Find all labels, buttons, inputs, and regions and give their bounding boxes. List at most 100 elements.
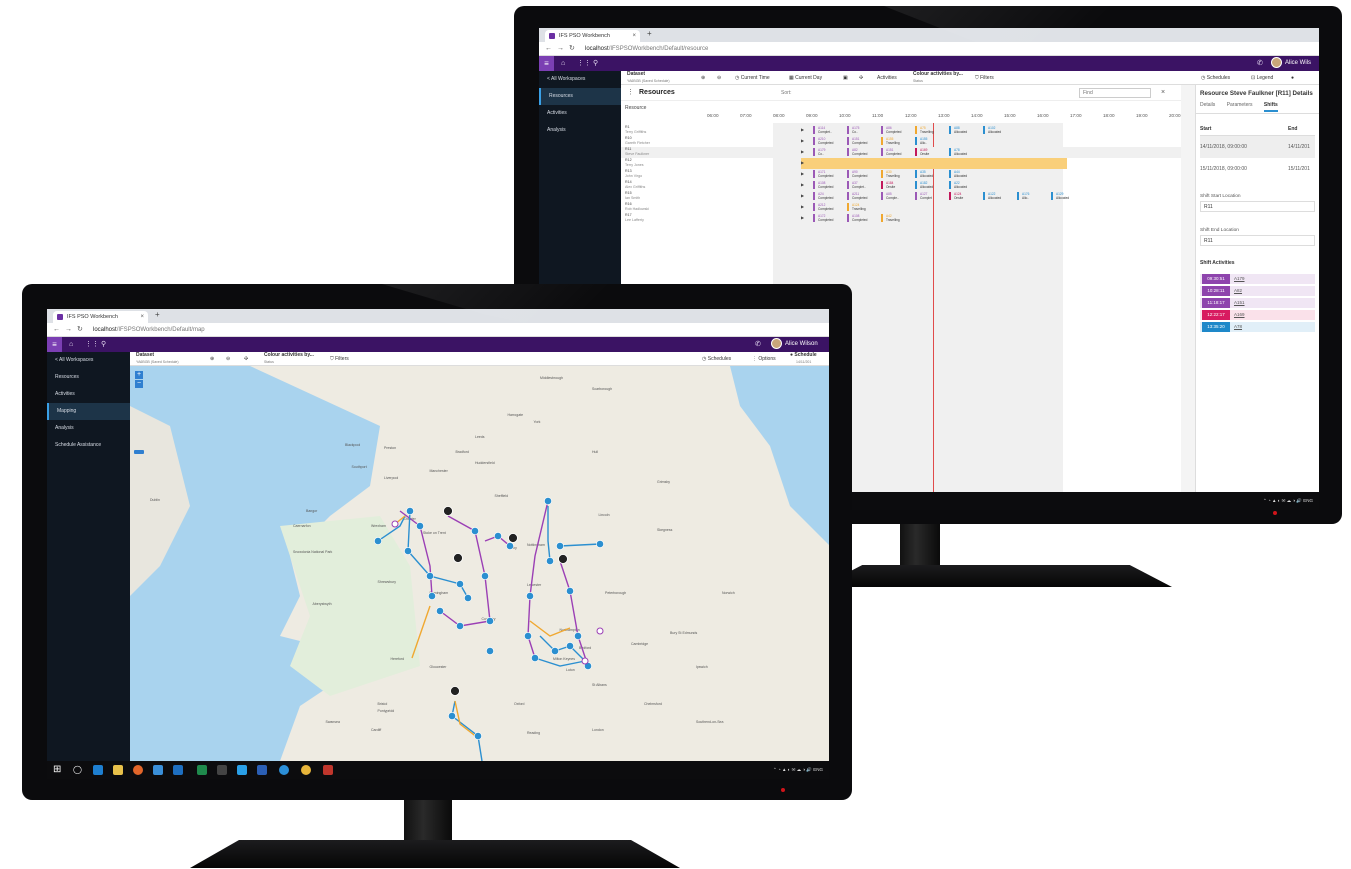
activity-block[interactable]: A210 Completed xyxy=(813,137,843,145)
shift-activity-link[interactable]: A82 xyxy=(1234,288,1242,293)
activity-block[interactable]: A114 Complet.. xyxy=(813,126,843,134)
back-arrow-icon[interactable]: ← xyxy=(545,42,552,56)
activity-block[interactable]: A212 Completed xyxy=(813,203,843,211)
map-slider-handle[interactable] xyxy=(134,450,144,454)
activities-button[interactable]: Activities xyxy=(877,71,897,85)
firefox-icon[interactable] xyxy=(133,765,143,775)
expand-row-icon[interactable]: ▶ xyxy=(801,149,804,154)
shift-activity-row[interactable]: 10:28:11 A82 xyxy=(1200,286,1315,296)
shift-row[interactable]: 15/11/2018, 09:00:00 15/11/201 xyxy=(1200,158,1315,180)
phone-icon[interactable]: ✆ xyxy=(1257,56,1263,71)
activity-block[interactable]: A85 Comple.. xyxy=(881,192,911,200)
shift-start-location-field[interactable]: R11 xyxy=(1200,201,1315,212)
phone-icon[interactable]: ✆ xyxy=(755,337,761,352)
browser-tab[interactable]: IFS PSO Workbench × xyxy=(53,311,148,323)
expand-row-icon[interactable]: ▶ xyxy=(801,193,804,198)
shift-activity-link[interactable]: A179 xyxy=(1234,276,1245,281)
shift-activity-row[interactable]: 11:18:17 A151 xyxy=(1200,298,1315,308)
activity-block[interactable]: A44 Allocated xyxy=(949,170,979,178)
new-tab-icon[interactable]: + xyxy=(155,310,160,319)
apps-grid-icon[interactable]: ⋮⋮ xyxy=(85,337,99,352)
activity-block[interactable]: A102 Allocated xyxy=(983,126,1013,134)
activity-block[interactable]: A155 Travelling xyxy=(881,137,911,145)
activity-block[interactable]: A78 Allocated xyxy=(949,148,979,156)
schedule-status[interactable]: ● Schedule 14/11/201 xyxy=(790,352,817,366)
shift-activity-row[interactable]: 12:22:17 A169 xyxy=(1200,310,1315,320)
zoom-out-icon[interactable]: ⊖ xyxy=(717,71,721,85)
activity-block[interactable]: A211 Completed xyxy=(847,192,877,200)
outlook-icon[interactable] xyxy=(173,765,183,775)
activity-block[interactable]: A169 Onsite xyxy=(915,148,945,156)
sidebar-item-mapping[interactable]: Mapping xyxy=(47,403,130,420)
sidebar-item-analysis[interactable]: Analysis xyxy=(539,122,621,139)
close-icon[interactable]: × xyxy=(1161,85,1165,101)
edge-icon[interactable] xyxy=(93,765,103,775)
back-arrow-icon[interactable]: ← xyxy=(53,323,60,337)
apps-grid-icon[interactable]: ⋮⋮ xyxy=(577,56,591,71)
resource-row[interactable]: R15 Ian Smith ▶ A24 Completed A211 Completed A8… xyxy=(621,191,1181,202)
activity-block[interactable]: A175 Co.. xyxy=(847,126,877,134)
activity-block[interactable]: A122 Allocated xyxy=(983,192,1013,200)
home-icon[interactable]: ⌂ xyxy=(69,337,73,352)
activity-block[interactable]: A90 Completed xyxy=(847,170,877,178)
sidebar-item-resources[interactable]: Resources xyxy=(539,88,621,105)
schedule-status-icon[interactable]: ● xyxy=(1291,71,1294,85)
tab-parameters[interactable]: Parameters xyxy=(1227,102,1253,108)
task-view-icon[interactable]: ◯ xyxy=(73,765,82,774)
panel-menu-icon[interactable]: ⋮ xyxy=(627,85,634,101)
resource-row[interactable]: R17 Lee Lafferty ▶ A172 Completed A108 Complet… xyxy=(621,213,1181,224)
activity-block[interactable]: A184 Onsite xyxy=(881,181,911,189)
activity-block[interactable]: A151 Completed xyxy=(847,137,877,145)
resource-row[interactable]: R1 Terry Griffiths ▶ A114 Complet.. A175 Co.. A… xyxy=(621,125,1181,136)
find-input[interactable] xyxy=(1079,88,1151,98)
shift-activity-link[interactable]: A151 xyxy=(1234,300,1245,305)
search-icon[interactable]: ⚲ xyxy=(593,56,598,71)
sidebar-item-activities[interactable]: Activities xyxy=(539,105,621,122)
schedules-button[interactable]: ◷ Schedules xyxy=(1201,71,1230,85)
sidebar-item-analysis[interactable]: Analysis xyxy=(47,420,130,437)
current-time-button[interactable]: ◷ Current Time xyxy=(735,71,770,85)
all-workspaces-link[interactable]: < All Workspaces xyxy=(47,352,130,369)
resource-row[interactable]: R16 Rob Hadlowski ▶ A212 Completed A124 Travel… xyxy=(621,202,1181,213)
activity-block[interactable]: A129 Allocated xyxy=(1051,192,1081,200)
resource-row[interactable]: R14 Alex Griffiths ▶ A108 Completed A37 Comple… xyxy=(621,180,1181,191)
menu-icon[interactable]: ≡ xyxy=(47,337,62,352)
activity-block[interactable]: A42 Travelling xyxy=(881,214,911,222)
dataset-selector[interactable]: Dataset YA6BGB (Saved Schedule) xyxy=(627,71,670,85)
shift-activity-row[interactable]: 09:30:51 A179 xyxy=(1200,274,1315,284)
colour-by-dropdown[interactable]: Colour activities by... Status xyxy=(913,71,963,85)
schedules-button[interactable]: ◷ Schedules xyxy=(702,352,731,366)
start-icon[interactable]: ⊞ xyxy=(53,764,61,775)
activity-block[interactable]: A86 Completed xyxy=(881,126,911,134)
activity-block[interactable]: A176 Allo.. xyxy=(1017,192,1047,200)
activity-block[interactable]: A108 Completed xyxy=(847,214,877,222)
ie-icon[interactable] xyxy=(279,765,289,775)
forward-arrow-icon[interactable]: → xyxy=(65,323,72,337)
expand-row-icon[interactable]: ▶ xyxy=(801,138,804,143)
activity-block[interactable]: A75 Travelling xyxy=(915,126,945,134)
filters-button[interactable]: ⛉ Filters xyxy=(330,352,349,366)
map-zoom-out-button[interactable]: − xyxy=(135,380,143,388)
sidebar-item-activities[interactable]: Activities xyxy=(47,386,130,403)
shift-end-location-field[interactable]: R11 xyxy=(1200,235,1315,246)
legend-button[interactable]: ⊡ Legend xyxy=(1251,71,1273,85)
expand-icon[interactable]: ✣ xyxy=(859,71,863,85)
resource-row[interactable]: R12 Terry Jones ▶ xyxy=(621,158,1181,169)
shift-activity-link[interactable]: A78 xyxy=(1234,324,1242,329)
activity-block[interactable]: A182 Allocated xyxy=(915,181,945,189)
activity-block[interactable]: A179 Co.. xyxy=(813,148,843,156)
shift-row[interactable]: 14/11/2018, 09:00:00 14/11/201 xyxy=(1200,136,1315,158)
people-icon[interactable] xyxy=(153,765,163,775)
activity-block[interactable]: A171 Completed xyxy=(813,170,843,178)
zoom-out-icon[interactable]: ⊖ xyxy=(226,352,230,366)
expand-row-icon[interactable]: ▶ xyxy=(801,127,804,132)
new-tab-icon[interactable]: + xyxy=(647,29,652,38)
expand-row-icon[interactable]: ▶ xyxy=(801,182,804,187)
activity-block[interactable]: A151 Completed xyxy=(881,148,911,156)
close-tab-icon[interactable]: × xyxy=(140,311,144,323)
calculator-icon[interactable] xyxy=(217,765,227,775)
address-bar[interactable]: ← → ↻ localhost/IFSPSOWorkbench/Default/… xyxy=(47,323,829,337)
current-day-button[interactable]: ▦ Current Day xyxy=(789,71,822,85)
activity-block[interactable]: A82 Completed xyxy=(847,148,877,156)
options-button[interactable]: ⋮ Options xyxy=(752,352,776,366)
